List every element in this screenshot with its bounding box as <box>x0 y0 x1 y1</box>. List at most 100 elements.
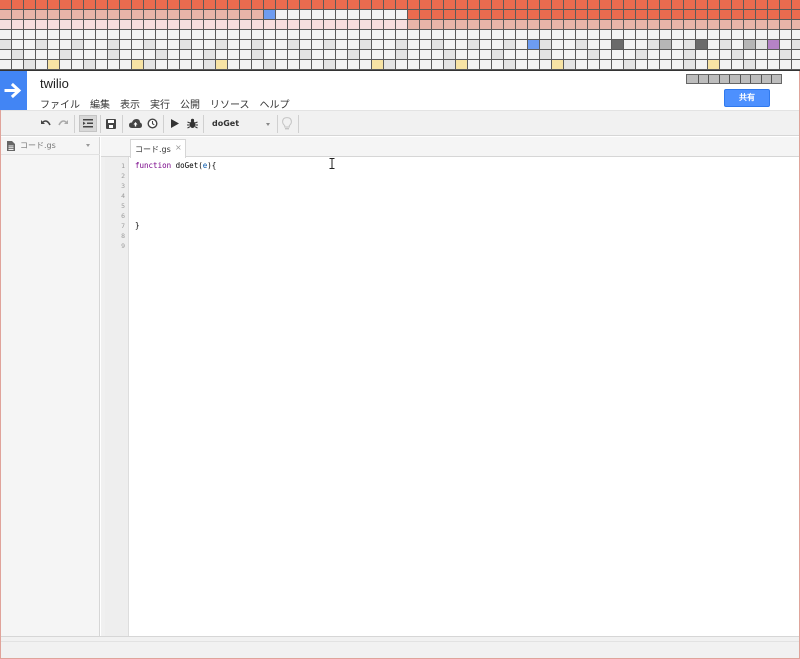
menu-help[interactable]: ヘルプ <box>260 96 290 111</box>
hint-button[interactable] <box>280 115 294 132</box>
banner-cell <box>348 60 360 70</box>
banner-cell <box>552 10 564 20</box>
chevron-down-icon[interactable] <box>86 144 90 147</box>
lightbulb-icon <box>282 117 292 130</box>
line-number: 1 <box>121 162 125 170</box>
banner-cell <box>120 20 132 30</box>
run-button[interactable] <box>168 115 182 132</box>
banner-cell <box>588 60 600 70</box>
banner-cell <box>168 40 180 50</box>
banner-cell <box>192 10 204 20</box>
save-button[interactable] <box>104 115 118 132</box>
function-select[interactable]: doGet <box>206 115 274 133</box>
banner-cell <box>252 0 264 10</box>
menu-resources[interactable]: リソース <box>210 96 250 111</box>
banner-cell <box>108 10 120 20</box>
banner-cell <box>312 40 324 50</box>
project-title[interactable]: twilio <box>40 76 69 91</box>
banner-cell <box>492 0 504 10</box>
banner-cell <box>696 40 708 50</box>
banner-cell <box>36 30 48 40</box>
tab-code-gs[interactable]: コード.gs × <box>130 139 186 158</box>
banner-cell <box>684 30 696 40</box>
code-editor[interactable]: function doGet(e){ } <box>135 157 795 636</box>
banner-cell <box>216 10 228 20</box>
menu-view[interactable]: 表示 <box>120 96 140 111</box>
banner-cell <box>192 60 204 70</box>
code-line-7[interactable]: } <box>135 221 140 230</box>
banner-cell <box>48 10 60 20</box>
banner-cell <box>600 10 612 20</box>
banner-cell <box>132 40 144 50</box>
banner-cell <box>336 20 348 30</box>
banner-cell <box>264 50 276 60</box>
banner-cell <box>204 60 216 70</box>
banner-cell <box>696 0 708 10</box>
code-line-1[interactable]: function doGet(e){ <box>135 161 216 170</box>
banner-cell <box>540 60 552 70</box>
app-logo[interactable] <box>0 71 27 110</box>
banner-cell <box>456 20 468 30</box>
banner-cell <box>288 50 300 60</box>
menu-file[interactable]: ファイル <box>40 96 80 111</box>
text-cursor-icon <box>329 158 335 169</box>
banner-cell <box>372 20 384 30</box>
close-icon[interactable]: × <box>175 143 182 152</box>
line-number: 9 <box>121 242 125 250</box>
banner-cell <box>324 50 336 60</box>
deploy-button[interactable] <box>127 115 143 132</box>
menu-run[interactable]: 実行 <box>150 96 170 111</box>
banner-cell <box>648 10 660 20</box>
banner-cell <box>288 60 300 70</box>
debug-button[interactable] <box>185 115 199 132</box>
banner-cell <box>420 40 432 50</box>
banner-cell <box>36 0 48 10</box>
collaborator-divider <box>760 75 762 83</box>
banner-cell <box>708 10 720 20</box>
bug-icon <box>186 118 198 129</box>
status-bar <box>1 636 799 658</box>
banner-cell <box>528 0 540 10</box>
banner-cell <box>552 40 564 50</box>
banner-cell <box>168 30 180 40</box>
banner-cell <box>792 20 800 30</box>
menu-publish[interactable]: 公開 <box>180 96 200 111</box>
banner-cell <box>552 50 564 60</box>
banner-cell <box>672 20 684 30</box>
banner-cell <box>672 30 684 40</box>
banner-cell <box>216 50 228 60</box>
sidebar-item-code-gs[interactable]: コード.gs <box>1 137 100 155</box>
banner-cell <box>240 10 252 20</box>
share-button[interactable]: 共有 <box>724 89 770 107</box>
banner-cell <box>468 10 480 20</box>
collaborator-divider <box>729 75 730 83</box>
banner-cell <box>444 10 456 20</box>
banner-cell <box>204 30 216 40</box>
banner-cell <box>84 30 96 40</box>
banner-cell <box>600 20 612 30</box>
banner-cell <box>552 60 564 70</box>
banner-cell <box>324 60 336 70</box>
banner-cell <box>360 30 372 40</box>
banner-cell <box>276 50 288 60</box>
banner-cell <box>528 50 540 60</box>
banner-cell <box>576 0 588 10</box>
banner-cell <box>372 30 384 40</box>
chevron-down-icon <box>266 123 270 126</box>
banner-cell <box>96 40 108 50</box>
banner-cell <box>420 50 432 60</box>
banner-cell <box>96 60 108 70</box>
banner-cell <box>636 40 648 50</box>
banner-cell <box>648 30 660 40</box>
banner-cell <box>780 30 792 40</box>
clock-icon <box>147 118 157 129</box>
banner-cell <box>552 30 564 40</box>
undo-button[interactable] <box>39 115 53 132</box>
triggers-button[interactable] <box>145 115 159 132</box>
redo-button[interactable] <box>56 115 70 132</box>
banner-cell <box>576 40 588 50</box>
indent-button[interactable] <box>79 115 97 132</box>
menu-edit[interactable]: 編集 <box>90 96 110 111</box>
banner-cell <box>480 40 492 50</box>
banner-cell <box>396 40 408 50</box>
